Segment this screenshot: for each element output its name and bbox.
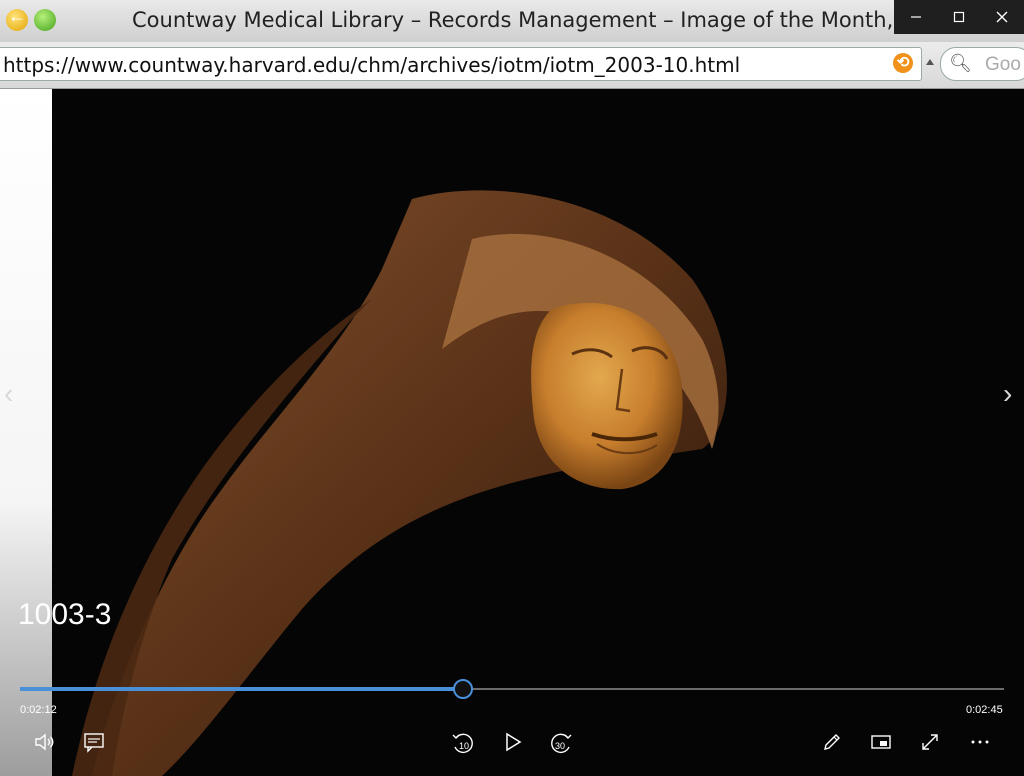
search-placeholder: Goo <box>985 54 1021 75</box>
video-image <box>72 190 727 776</box>
address-bar[interactable]: https://www.countway.harvard.edu/chm/arc… <box>0 47 922 81</box>
close-icon[interactable] <box>981 0 1024 34</box>
video-title: 1003-3 <box>18 598 112 631</box>
more-icon[interactable] <box>968 730 992 754</box>
play-icon[interactable] <box>502 730 524 754</box>
fullscreen-icon[interactable] <box>918 730 942 754</box>
total-time: 0:02:45 <box>966 704 1003 716</box>
search-icon[interactable]: 🔍︎ <box>949 53 972 74</box>
address-url: https://www.countway.harvard.edu/chm/arc… <box>3 53 741 77</box>
window-controls <box>894 0 1024 34</box>
forward-30-icon[interactable]: 30 <box>548 730 574 756</box>
seek-progress <box>20 687 463 691</box>
zoom-traffic-light[interactable] <box>34 9 56 31</box>
browser-titlebar: ← Countway Medical Library – Records Man… <box>0 0 1024 43</box>
seek-thumb[interactable] <box>453 679 473 699</box>
previous-arrow-icon[interactable]: ‹ <box>4 378 13 410</box>
minimize-icon[interactable] <box>894 0 937 34</box>
svg-text:10: 10 <box>459 741 469 751</box>
edit-icon[interactable] <box>820 730 844 754</box>
maximize-icon[interactable] <box>937 0 980 34</box>
next-arrow-icon[interactable]: › <box>1003 378 1012 410</box>
left-white-strip <box>0 89 52 776</box>
captions-icon[interactable] <box>82 730 106 754</box>
volume-icon[interactable] <box>32 730 56 754</box>
video-frame <box>52 89 1024 776</box>
address-dropdown-icon[interactable] <box>926 59 934 65</box>
search-input[interactable]: 🔍︎ Goo <box>940 47 1024 81</box>
rss-feed-icon[interactable]: ⟲ <box>893 53 913 73</box>
svg-text:30: 30 <box>555 741 565 751</box>
back-arrow-icon[interactable]: ← <box>8 6 26 27</box>
address-toolbar: https://www.countway.harvard.edu/chm/arc… <box>0 42 1024 89</box>
window-title: Countway Medical Library – Records Manag… <box>132 8 892 32</box>
current-time: 0:02:12 <box>20 704 57 716</box>
mini-view-icon[interactable] <box>869 730 893 754</box>
rewind-10-icon[interactable]: 10 <box>450 730 476 756</box>
